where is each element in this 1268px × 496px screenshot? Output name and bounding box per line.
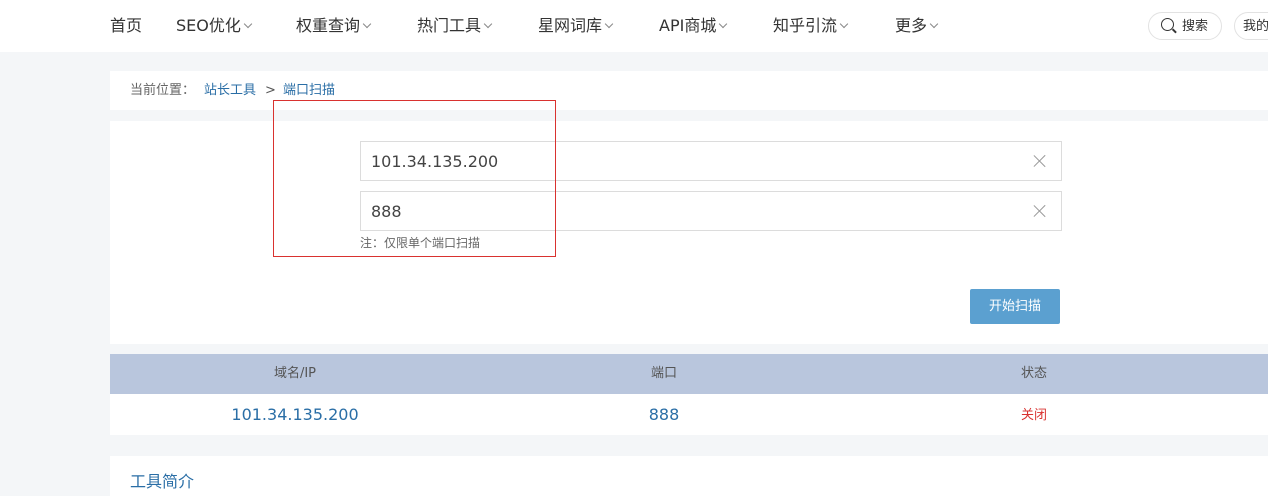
breadcrumb-link-tools[interactable]: 站长工具 [204, 83, 256, 99]
tool-intro-title: 工具简介 [130, 472, 195, 491]
nav-item-more[interactable]: 更多 [895, 16, 939, 36]
chevron-down-icon [719, 19, 728, 29]
nav-item-label: API商城 [659, 16, 717, 35]
nav-item-zhihu[interactable]: 知乎引流 [773, 16, 849, 36]
nav-item-label: 更多 [895, 16, 928, 35]
search-button[interactable]: 搜索 [1148, 12, 1222, 40]
search-icon [1161, 18, 1174, 31]
nav-item-label: 热门工具 [417, 16, 482, 35]
nav-item-label: 知乎引流 [773, 16, 838, 35]
nav-item-label: 权重查询 [296, 16, 361, 35]
breadcrumb-prefix: 当前位置： [130, 83, 196, 98]
nav-item-hot-tools[interactable]: 热门工具 [417, 16, 493, 36]
table-cell-port: 888 [648, 405, 680, 424]
nav-item-label: SEO优化 [176, 16, 241, 35]
status-badge: 关闭 [1020, 408, 1048, 423]
highlight-box [273, 100, 556, 257]
column-header-host: 域名/IP [273, 366, 317, 381]
chevron-down-icon [243, 19, 253, 29]
search-button-label: 搜索 [1182, 19, 1209, 34]
nav-item-seo[interactable]: SEO优化 [176, 16, 253, 36]
results-table-header: 域名/IP 端口 状态 [110, 354, 1268, 394]
table-cell-host: 101.34.135.200 [231, 405, 359, 424]
breadcrumb-separator: > [265, 83, 276, 98]
nav-item-api-store[interactable]: API商城 [659, 16, 728, 36]
top-navigation-bar: 首页 SEO优化 权重查询 热门工具 星网词库 API商城 知乎引流 更多 搜索… [0, 0, 1268, 52]
chevron-down-icon [362, 19, 372, 29]
tool-intro-panel: 工具简介 [110, 456, 1268, 496]
my-account-button[interactable]: 我的 [1234, 12, 1268, 40]
nav-item-home[interactable]: 首页 [110, 16, 142, 36]
start-scan-button[interactable]: 开始扫描 [970, 289, 1060, 324]
my-account-label: 我的 [1243, 19, 1268, 34]
chevron-down-icon [483, 19, 493, 29]
chevron-down-icon [604, 19, 614, 29]
table-row: 101.34.135.200 888 关闭 [110, 394, 1268, 435]
clear-icon[interactable] [1033, 154, 1047, 168]
clear-icon[interactable] [1033, 204, 1047, 218]
chevron-down-icon [839, 19, 849, 29]
nav-item-weight-query[interactable]: 权重查询 [296, 16, 372, 36]
chevron-down-icon [929, 19, 939, 29]
nav-item-label: 星网词库 [538, 16, 603, 35]
breadcrumb-current-port-scan[interactable]: 端口扫描 [283, 83, 335, 99]
column-header-port: 端口 [650, 366, 678, 381]
column-header-status: 状态 [1020, 366, 1048, 381]
nav-item-keyword-library[interactable]: 星网词库 [538, 16, 614, 36]
nav-item-label: 首页 [110, 16, 143, 35]
